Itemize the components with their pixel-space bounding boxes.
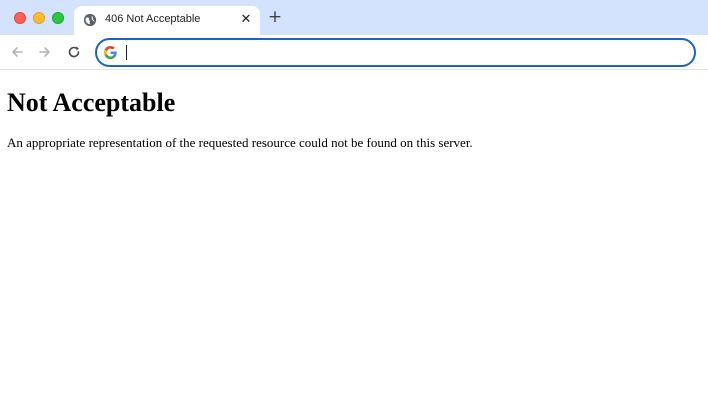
minimize-window-button[interactable]	[33, 12, 45, 24]
omnibox-input[interactable]	[124, 43, 684, 62]
address-bar[interactable]	[95, 38, 696, 67]
text-caret	[126, 45, 127, 60]
error-message: An appropriate representation of the req…	[7, 135, 473, 150]
globe-icon	[83, 13, 97, 27]
google-icon	[103, 45, 117, 60]
page-content: Not Acceptable An appropriate representa…	[0, 71, 708, 397]
tab-title: 406 Not Acceptable	[105, 13, 201, 25]
maximize-window-button[interactable]	[52, 12, 64, 24]
close-tab-icon[interactable]: ✕	[238, 12, 254, 28]
page-title: Not Acceptable	[7, 88, 176, 117]
new-tab-button[interactable]: +	[266, 8, 284, 26]
tab-active[interactable]: 406 Not Acceptable ✕	[74, 6, 260, 35]
arrow-left-icon[interactable]	[8, 43, 26, 61]
arrow-right-icon[interactable]	[36, 43, 54, 61]
reload-icon[interactable]	[65, 43, 83, 61]
tab-strip: 406 Not Acceptable ✕ +	[0, 0, 708, 35]
close-window-button[interactable]	[14, 12, 26, 24]
toolbar	[0, 35, 708, 70]
